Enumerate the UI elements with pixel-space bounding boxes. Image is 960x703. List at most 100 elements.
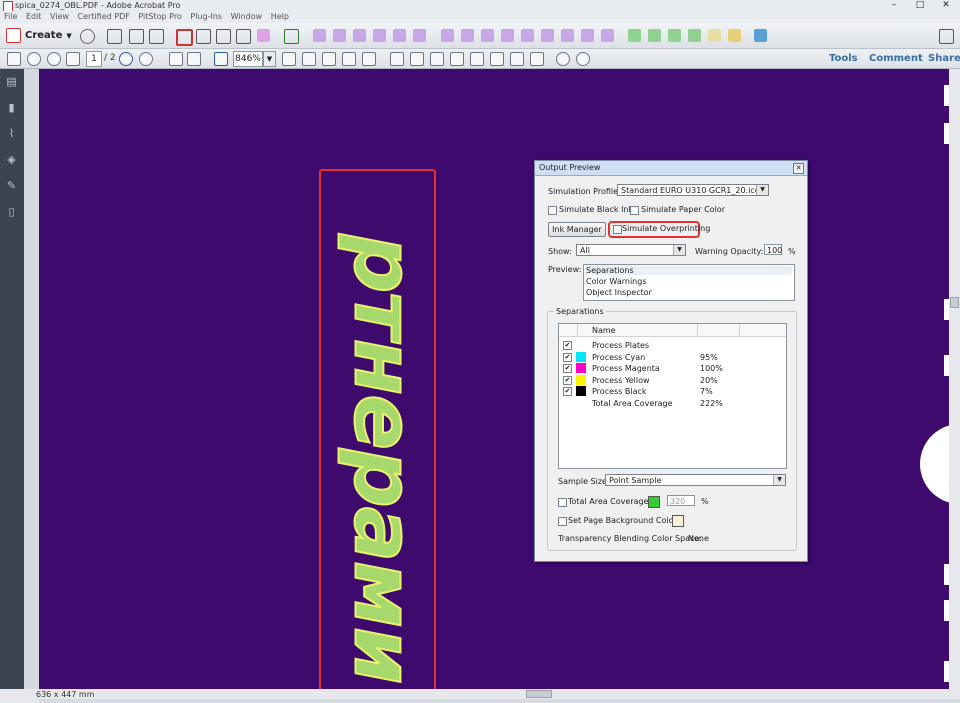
layers-icon[interactable] [236,29,251,44]
column-name-header[interactable]: Name [592,326,616,335]
preview-option-color-warnings[interactable]: Color Warnings [586,277,647,286]
single-page-icon[interactable] [390,52,404,66]
separation-checkbox[interactable]: ✔ [563,375,572,385]
align-icon[interactable] [481,29,494,42]
set-page-background-checkbox[interactable] [558,517,567,526]
tools-link[interactable]: Tools [829,49,858,68]
fit-frame-icon[interactable] [176,29,193,46]
pointer-icon[interactable] [441,29,454,42]
text-tool-icon[interactable] [541,29,554,42]
select-arrow-icon[interactable] [169,52,183,66]
arrow-icon[interactable] [149,29,164,44]
page-down-icon[interactable] [47,52,61,66]
pointer-plus-icon[interactable] [461,29,474,42]
menu-view[interactable]: View [50,12,69,21]
layers-panel-icon[interactable]: ◈ [5,153,18,166]
select-tool-icon[interactable] [196,29,211,44]
image-icon[interactable] [754,29,767,42]
preview-option-object-inspector[interactable]: Object Inspector [586,288,652,297]
menu-file[interactable]: File [4,12,17,21]
hscroll-thumb[interactable] [526,690,552,698]
two-page-icon[interactable] [430,52,444,66]
close-button[interactable]: ✕ [936,0,956,10]
zoom-object-icon[interactable] [393,29,406,42]
show-select[interactable]: All ▼ [576,244,686,256]
fit-page-icon[interactable] [302,52,316,66]
simulate-black-ink-checkbox[interactable] [548,206,557,215]
page-number-field[interactable]: 1 [86,51,102,67]
attachments-icon[interactable]: ⌇ [5,127,18,140]
pin-icon[interactable] [413,29,426,42]
hand-icon[interactable] [187,52,201,66]
text-select-icon[interactable] [107,29,122,44]
share-link[interactable]: Share [928,49,960,68]
fit-visible-icon[interactable] [342,52,356,66]
sample-size-select[interactable]: Point Sample ▼ [605,474,786,486]
undo-icon[interactable] [556,52,570,66]
inspector-icon[interactable] [333,29,346,42]
page-up-icon[interactable] [27,52,41,66]
menu-pitstop-pro[interactable]: PitStop Pro [138,12,181,21]
grid-icon[interactable] [628,29,641,42]
two-continuous-icon[interactable] [450,52,464,66]
menu-help[interactable]: Help [271,12,289,21]
columns-icon[interactable] [490,52,504,66]
content-icon[interactable]: ▯ [5,205,18,218]
fit-width-icon[interactable] [322,52,336,66]
action-list-icon[interactable] [284,29,299,44]
separation-checkbox[interactable]: ✔ [563,341,572,350]
redo-icon[interactable] [576,52,590,66]
rotate-icon[interactable] [362,52,376,66]
preview-option-separations[interactable]: Separations [586,266,792,275]
print-icon[interactable] [7,52,21,66]
marquee-zoom-icon[interactable] [214,52,228,66]
simulate-overprinting-checkbox[interactable] [613,225,622,234]
move-icon[interactable] [501,29,514,42]
warning-opacity-input[interactable]: 100 [764,244,782,255]
minimize-button[interactable]: – [884,0,904,10]
transform-icon[interactable] [521,29,534,42]
split-icon[interactable] [470,52,484,66]
mail-icon[interactable] [668,29,681,42]
layout-icon[interactable] [688,29,701,42]
object-select-icon[interactable] [129,29,144,44]
crop-icon[interactable] [708,29,721,42]
cube-icon[interactable] [648,29,661,42]
vertical-scrollbar[interactable] [949,69,960,689]
comment-link[interactable]: Comment [869,49,923,68]
color-pick-icon[interactable] [257,29,270,42]
menu-certified-pdf[interactable]: Certified PDF [78,12,130,21]
create-button[interactable]: Create ▼ [6,27,72,44]
table-icon[interactable] [530,52,544,66]
expand-icon[interactable] [939,29,954,44]
coverage-color-swatch[interactable] [648,496,660,508]
simulate-paper-color-checkbox[interactable] [630,206,639,215]
total-area-coverage-checkbox[interactable] [558,498,567,507]
background-color-swatch[interactable] [672,515,684,527]
corner-icon[interactable] [728,29,741,42]
maximize-button[interactable]: □ [910,0,930,10]
actual-size-icon[interactable] [282,52,296,66]
horizontal-scrollbar[interactable] [39,689,960,699]
zoom-field[interactable]: 846% [233,51,263,67]
separation-checkbox[interactable]: ✔ [563,352,572,362]
continuous-icon[interactable] [410,52,424,66]
simulation-profile-select[interactable]: Standard EURO U310 GCR1_20.icc ▼ [617,184,769,196]
first-page-icon[interactable] [66,52,80,66]
preflight-icon[interactable] [313,29,326,42]
zoom-out-icon[interactable] [119,52,133,66]
edit-object-icon[interactable] [216,29,231,44]
separation-checkbox[interactable]: ✔ [563,364,572,373]
menu-window[interactable]: Window [231,12,263,21]
filter-icon[interactable] [353,29,366,42]
gradient-icon[interactable] [561,29,574,42]
dialog-close-button[interactable]: ✕ [793,163,804,174]
page-thumbnails-icon[interactable]: ▤ [5,75,18,88]
signatures-icon[interactable]: ✎ [5,179,18,192]
menu-plug-ins[interactable]: Plug-Ins [190,12,222,21]
zoom-dropdown-icon[interactable]: ▼ [263,51,276,67]
page-box-icon[interactable] [601,29,614,42]
pen-icon[interactable] [373,29,386,42]
monitor-icon[interactable] [510,52,524,66]
separation-checkbox[interactable]: ✔ [563,387,572,396]
